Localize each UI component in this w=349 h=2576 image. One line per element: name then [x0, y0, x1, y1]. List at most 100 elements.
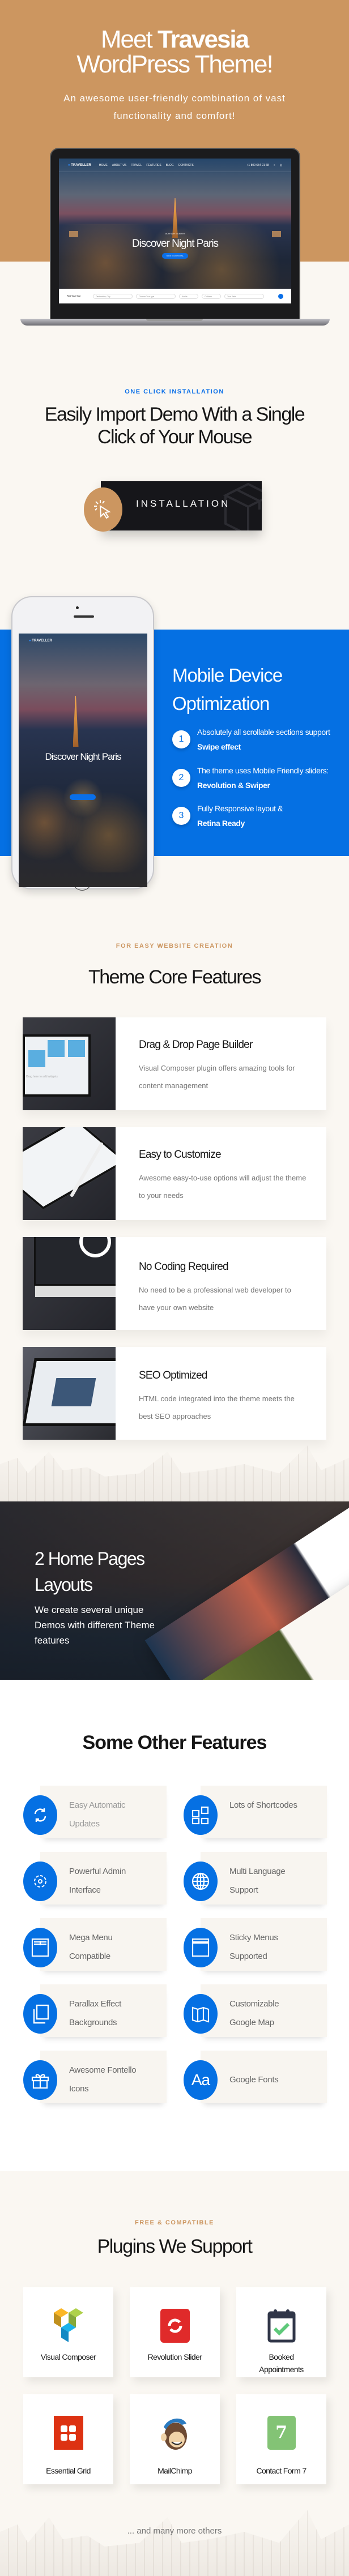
widget-tile — [68, 1040, 85, 1057]
text: Absolutely all scrollable sections suppo… — [197, 728, 330, 737]
cursor-click-icon — [94, 500, 111, 519]
feature-item-label: Customizable Google Map — [229, 1999, 279, 2027]
mobile-feature-text: The theme uses Mobile Friendly sliders: … — [197, 763, 337, 793]
mobile-title: Mobile Device Optimization — [172, 665, 283, 714]
hero-title-bold: Travesia — [157, 25, 249, 53]
tour-type-field[interactable]: Choose Tour type — [136, 293, 176, 299]
phone-camera — [76, 606, 79, 609]
adults-field[interactable]: Adults — [179, 293, 198, 299]
plugin-name: Contact Form 7 — [256, 2466, 307, 2475]
feature-item-label: Lots of Shortcodes — [229, 1800, 297, 1810]
plugin-card: Essential Grid — [23, 2394, 113, 2484]
search-icon[interactable]: ○ — [274, 164, 275, 167]
tablet-screen — [23, 1358, 116, 1426]
eiffel-tower — [172, 198, 178, 238]
number-badge: 1 — [172, 730, 190, 748]
mobile-feature-text: Absolutely all scrollable sections suppo… — [197, 725, 337, 754]
widget-tile — [48, 1040, 65, 1057]
hero-title-line2: WordPress Theme! — [76, 50, 273, 78]
feature-desc: Visual Composer plugin offers amazing to… — [139, 1064, 295, 1090]
font-icon: Aa — [184, 2060, 218, 2100]
shortcodes-icon — [184, 1795, 218, 1835]
plugins-footer-note: ... and many more others — [127, 2526, 222, 2536]
feature-desc: No need to be a professional web develop… — [139, 1286, 291, 1312]
text: The theme uses Mobile Friendly sliders: — [197, 766, 329, 775]
map-icon — [184, 1994, 218, 2034]
feature-item-label: Powerful Admin Interface — [69, 1867, 126, 1895]
screen-headline: Discover Night Paris — [131, 238, 219, 250]
screen-logo: ● TRAVELLER — [29, 639, 52, 643]
screen-logo: ● TRAVELLER — [68, 164, 91, 167]
phone-speaker — [74, 615, 94, 618]
date-field[interactable]: Tour Date — [224, 293, 264, 299]
mobile-feature-item: 1 Absolutely all scrollable sections supp… — [172, 725, 337, 754]
nav-item[interactable]: TRAVEL — [131, 164, 142, 167]
nav-item[interactable]: FEATURES — [146, 164, 161, 167]
number-badge: 2 — [172, 769, 190, 787]
settings-icon[interactable]: ◎ — [280, 164, 282, 167]
layers-icon — [23, 1994, 57, 2034]
plugin-name: Essential Grid — [46, 2466, 91, 2475]
next-slide-button[interactable] — [272, 231, 281, 237]
install-title: Easily Import Demo With a Single Click o… — [44, 404, 305, 448]
feature-card: Drag here to add widgets Drag & Drop Pag… — [23, 1017, 326, 1110]
mailchimp-logo — [159, 2416, 191, 2450]
laptop-notch — [146, 319, 203, 321]
mobile-feature-text: Fully Responsive layout & Retina Ready — [197, 801, 299, 831]
bold-text: Retina Ready — [197, 819, 245, 828]
gear-icon — [23, 1862, 57, 1901]
screen-headline: Discover Night Paris — [45, 751, 122, 762]
gift-icon — [23, 2060, 57, 2100]
plugin-name: Booked Appointments — [259, 2352, 304, 2374]
search-button[interactable] — [278, 293, 283, 299]
installation-label: INSTALLATION — [136, 498, 231, 509]
laptop-screen-mini: Drag here to add widgets — [23, 1034, 91, 1097]
mobile-feature-item: 2 The theme uses Mobile Friendly sliders:… — [172, 763, 337, 793]
nav-item[interactable]: BLOG — [166, 164, 174, 167]
prev-slide-button[interactable] — [69, 231, 78, 237]
nav-item[interactable]: ABOUT US — [112, 164, 126, 167]
text: Fully Responsive layout & — [197, 804, 283, 813]
feature-item-label: Mega Menu Compatible — [69, 1933, 113, 1961]
plugin-card: Booked Appointments — [236, 2287, 326, 2377]
book-travel-button[interactable] — [70, 794, 96, 800]
hero-title-light: Meet — [100, 25, 153, 53]
layouts-title: 2 Home Pages Layouts — [35, 1548, 145, 1595]
laptop-screen: ● TRAVELLER HOME ABOUT US TRAVEL FEATURE… — [59, 159, 291, 303]
phone-screen: ● TRAVELLER Discover Night Paris — [19, 634, 147, 887]
plugin-card: Visual Composer — [23, 2287, 113, 2377]
plugin-card: MailChimp — [130, 2394, 220, 2484]
number-badge: 3 — [172, 807, 190, 825]
cursor-click-badge — [84, 487, 122, 532]
contact-form-7-logo: 7 — [266, 2416, 297, 2450]
screen-kicker: WHAT NEXT COUNTRY? — [165, 233, 185, 235]
install-kicker: ONE CLICK INSTALLATION — [125, 388, 224, 395]
feature-item-label: Multi Language Support — [229, 1867, 286, 1895]
layouts-desc: We create several unique Demos with diff… — [35, 1604, 155, 1646]
refresh-icon — [23, 1795, 57, 1835]
plugin-card: Revolution Slider — [130, 2287, 220, 2377]
feature-item-label: Parallax Effect Backgrounds — [69, 1999, 121, 2027]
city-skyline-decoration — [0, 1445, 349, 1501]
seo-tablet-image — [23, 1347, 116, 1440]
eiffel-tower — [73, 696, 79, 747]
feature-card: No Coding Required No need to be a profes… — [23, 1237, 326, 1330]
feature-item-label: Google Fonts — [229, 2075, 279, 2085]
page-builder-image: Drag here to add widgets — [23, 1017, 116, 1110]
feature-item-label: Awesome Fontello Icons — [69, 2065, 137, 2094]
destination-field[interactable]: Destination, City — [93, 293, 133, 299]
nav-item[interactable]: HOME — [99, 164, 108, 167]
chart-graphic — [51, 1378, 96, 1406]
book-travel-button[interactable]: BOOK YOUR TRAVEL — [162, 253, 188, 259]
plugin-name: Visual Composer — [40, 2352, 96, 2361]
sticky-menu-icon — [184, 1928, 218, 1967]
nav-item[interactable]: CONTACTS — [178, 164, 194, 167]
core-kicker: FOR EASY WEBSITE CREATION — [116, 943, 233, 949]
imac-chin — [35, 1286, 116, 1297]
search-label: Find Your Tour — [67, 295, 81, 297]
tablet-screen — [23, 1127, 116, 1210]
globe-icon — [184, 1862, 218, 1901]
feature-desc: HTML code integrated into the theme meet… — [139, 1394, 295, 1420]
visual-composer-logo — [53, 2308, 84, 2343]
children-field[interactable]: Children — [202, 293, 221, 299]
